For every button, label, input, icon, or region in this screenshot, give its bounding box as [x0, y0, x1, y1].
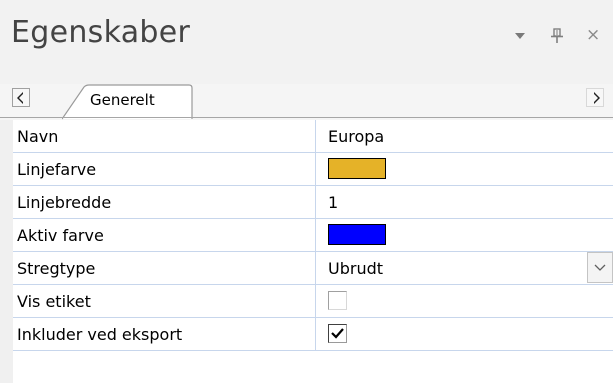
property-name: Linjefarve [17, 160, 97, 179]
stroke-type-select[interactable]: Ubrudt [316, 252, 613, 285]
property-value-cell[interactable]: Europa [316, 120, 613, 153]
grid-gutter [0, 120, 13, 383]
property-name-cell: Vis etiket [13, 285, 316, 318]
property-name: Stregtype [17, 259, 96, 278]
scroll-left-icon[interactable] [12, 88, 30, 107]
line-color-swatch[interactable] [328, 158, 386, 179]
property-value[interactable]: Europa [328, 127, 384, 146]
property-name-cell: Inkluder ved eksport [13, 318, 316, 351]
property-name: Inkluder ved eksport [17, 325, 183, 344]
panel-title: Egenskaber [11, 15, 191, 50]
property-value[interactable]: 1 [328, 193, 338, 212]
properties-panel: Egenskaber × Generelt Navn Europa Linjef… [0, 0, 613, 383]
include-export-checkbox[interactable] [328, 324, 347, 343]
property-value-cell[interactable]: 1 [316, 186, 613, 219]
property-row-linjefarve[interactable]: Linjefarve [13, 153, 613, 186]
tab-divider [0, 117, 613, 118]
property-name: Linjebredde [17, 193, 112, 212]
property-value-cell[interactable] [316, 285, 613, 318]
tab-label: Generelt [90, 91, 155, 109]
property-value-cell[interactable] [316, 153, 613, 186]
tab-generelt[interactable]: Generelt [62, 84, 193, 120]
close-icon[interactable]: × [586, 27, 600, 44]
property-row-navn[interactable]: Navn Europa [13, 120, 613, 153]
dropdown-arrow-icon[interactable] [515, 33, 525, 39]
property-row-stregtype[interactable]: Stregtype Ubrudt [13, 252, 613, 285]
property-name: Navn [17, 127, 59, 146]
property-name: Vis etiket [17, 292, 91, 311]
property-row-linjebredde[interactable]: Linjebredde 1 [13, 186, 613, 219]
show-label-checkbox[interactable] [328, 291, 347, 310]
property-row-aktiv-farve[interactable]: Aktiv farve [13, 219, 613, 252]
property-value-cell[interactable] [316, 318, 613, 351]
property-name-cell: Linjefarve [13, 153, 316, 186]
tab-strip: Generelt [0, 84, 613, 120]
panel-title-bar: Egenskaber × [0, 0, 613, 84]
property-name-cell: Navn [13, 120, 316, 153]
property-name-cell: Linjebredde [13, 186, 316, 219]
property-row-inkluder-ved-eksport[interactable]: Inkluder ved eksport [13, 318, 613, 351]
scroll-right-icon[interactable] [586, 88, 604, 107]
property-name-cell: Aktiv farve [13, 219, 316, 252]
property-name: Aktiv farve [17, 226, 104, 245]
property-row-vis-etiket[interactable]: Vis etiket [13, 285, 613, 318]
pin-icon[interactable] [550, 28, 564, 44]
active-color-swatch[interactable] [328, 224, 386, 245]
chevron-down-icon[interactable] [587, 252, 613, 283]
property-value[interactable]: Ubrudt [328, 259, 383, 278]
property-grid: Navn Europa Linjefarve Linjebredde 1 Akt… [0, 120, 613, 383]
property-value-cell[interactable] [316, 219, 613, 252]
property-name-cell: Stregtype [13, 252, 316, 285]
